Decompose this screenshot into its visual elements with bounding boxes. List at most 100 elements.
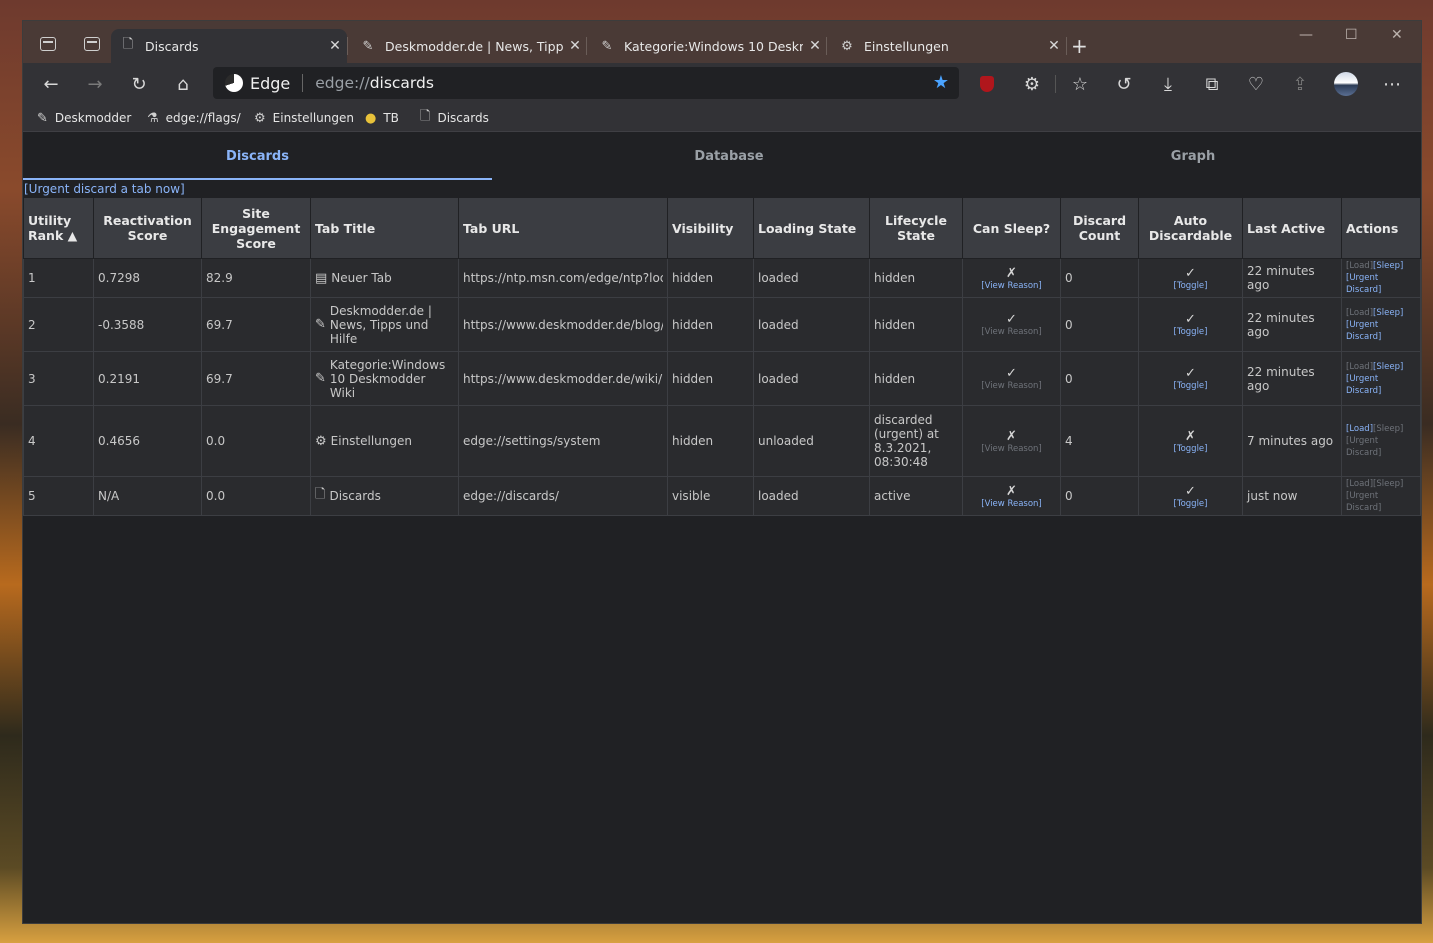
tab-title: Neuer Tab <box>331 271 392 285</box>
urgent-discard-link[interactable]: [Urgent discard a tab now] <box>24 182 185 196</box>
settings-more-icon[interactable]: ⋯ <box>1378 71 1406 97</box>
toggle-link[interactable]: [Toggle] <box>1143 281 1238 291</box>
favorite-item[interactable]: 🗋 Discards <box>420 105 489 131</box>
urgent-discard-action: [Urgent Discard] <box>1346 491 1382 513</box>
close-tab-icon[interactable]: ✕ <box>1042 38 1066 54</box>
workspaces-icon[interactable] <box>40 37 56 51</box>
can-sleep-cell: ✓ [View Reason] <box>962 351 1061 406</box>
close-tab-icon[interactable]: ✕ <box>323 38 347 54</box>
discard-count: 4 <box>1060 405 1139 477</box>
profile-avatar[interactable] <box>1332 71 1360 97</box>
column-header: Discard Count <box>1060 197 1139 259</box>
tab-database[interactable]: Database <box>492 132 966 180</box>
collections-icon[interactable]: ⧉ <box>1198 71 1226 97</box>
tab-url-text: https://www.deskmodder.de/blog/ <box>463 317 663 332</box>
gear-icon: ⚙ <box>315 433 327 449</box>
sleep-action: [Sleep] <box>1373 479 1404 489</box>
address-bar[interactable]: Edge edge://discards ★ <box>213 67 959 99</box>
browser-window: 🗋Discards✕✎Deskmodder.de | News, Tipps u… <box>22 20 1422 924</box>
forward-button[interactable]: → <box>81 71 109 97</box>
column-header[interactable]: Utility Rank ▲ <box>23 197 94 259</box>
refresh-button[interactable]: ↻ <box>125 71 153 97</box>
column-header: Visibility <box>667 197 754 259</box>
utility-rank: 3 <box>23 351 94 406</box>
toggle-link[interactable]: [Toggle] <box>1143 381 1238 391</box>
view-reason-link[interactable]: [View Reason] <box>967 281 1056 291</box>
favorite-star-icon[interactable]: ★ <box>933 72 949 93</box>
can-sleep-cell: ✓ [View Reason] <box>962 297 1061 352</box>
urgent-discard-action[interactable]: [Urgent Discard] <box>1346 273 1381 295</box>
sleep-action[interactable]: [Sleep] <box>1373 308 1403 318</box>
sleep-action[interactable]: [Sleep] <box>1373 261 1403 271</box>
favorite-item[interactable]: ⚙ Einstellungen <box>254 105 354 131</box>
minimize-button[interactable]: — <box>1299 27 1313 43</box>
home-button[interactable]: ⌂ <box>169 71 197 97</box>
extensions-icon[interactable]: ⚙ <box>1018 71 1046 97</box>
close-tab-icon[interactable]: ✕ <box>803 38 827 54</box>
downloads-icon[interactable]: ⤓ <box>1154 71 1182 97</box>
table-row: 3 0.2191 69.7 ✎ Kategorie:Windows 10 Deskmod… <box>23 351 1421 406</box>
tab-url: edge://settings/system <box>458 405 668 477</box>
reactivation-score: 0.4656 <box>93 405 202 477</box>
back-button[interactable]: ← <box>37 71 65 97</box>
can-sleep-mark: ✗ <box>1006 265 1017 281</box>
auto-discardable-cell: ✗ [Toggle] <box>1138 405 1243 477</box>
tab-title-cell: ✎ Deskmodder.de | News, Tipps und Hilfe <box>310 297 459 352</box>
tab-graph[interactable]: Graph <box>966 132 1420 180</box>
lifecycle-state: discarded (urgent) at 8.3.2021, 08:30:48 <box>869 405 963 477</box>
view-reason-link[interactable]: [View Reason] <box>967 499 1056 509</box>
discards-page: Discards Database Graph [Urgent discard … <box>23 132 1421 923</box>
load-action[interactable]: [Load] <box>1346 424 1373 434</box>
favorite-item[interactable]: ⚗ edge://flags/ <box>147 105 241 131</box>
urgent-discard-action[interactable]: [Urgent Discard] <box>1346 320 1381 342</box>
tab-discards[interactable]: Discards <box>23 132 492 180</box>
tab-title: Einstellungen <box>330 434 413 448</box>
urgent-discard-action[interactable]: [Urgent Discard] <box>1346 374 1381 396</box>
gear-icon: ⚙ <box>841 38 853 54</box>
reactivation-score: 0.2191 <box>93 351 202 406</box>
browser-tab[interactable]: ⚙ Einstellungen ✕ <box>830 29 1066 63</box>
toggle-link[interactable]: [Toggle] <box>1143 499 1238 509</box>
actions-cell: [Load][Sleep] [Urgent Discard] <box>1341 258 1421 298</box>
flask-icon: ⚗ <box>147 110 159 126</box>
close-window-button[interactable]: ✕ <box>1391 27 1403 43</box>
discard-count: 0 <box>1060 297 1139 352</box>
favorite-item[interactable]: ● TB <box>365 105 399 131</box>
edge-logo-icon <box>225 74 243 92</box>
auto-discardable-cell: ✓ [Toggle] <box>1138 351 1243 406</box>
tab-url-text: edge://discards/ <box>463 489 559 503</box>
share-icon[interactable]: ⇪ <box>1286 71 1314 97</box>
sleep-action[interactable]: [Sleep] <box>1373 362 1403 372</box>
ublock-icon[interactable] <box>973 71 1001 97</box>
page-icon: 🗋 <box>315 487 326 502</box>
favorites-icon[interactable]: ☆ <box>1066 71 1094 97</box>
vertical-tabs-icon[interactable] <box>84 37 100 51</box>
toggle-link[interactable]: [Toggle] <box>1143 444 1238 454</box>
browser-essentials-icon[interactable]: ♡ <box>1242 71 1270 97</box>
pen-icon: ✎ <box>315 371 326 386</box>
auto-discardable-cell: ✓ [Toggle] <box>1138 258 1243 298</box>
actions-cell: [Load][Sleep] [Urgent Discard] <box>1341 297 1421 352</box>
auto-discardable-mark: ✗ <box>1185 428 1196 444</box>
loading-state: unloaded <box>753 405 870 477</box>
column-header: Tab URL <box>458 197 668 259</box>
auto-discardable-mark: ✓ <box>1185 312 1196 327</box>
visibility: hidden <box>667 258 754 298</box>
tab-title-cell: 🗋 Discards <box>310 476 459 516</box>
favorite-item[interactable]: ✎ Deskmodder <box>37 105 131 131</box>
column-header: Site Engagement Score <box>201 197 311 259</box>
toggle-link[interactable]: [Toggle] <box>1143 327 1238 337</box>
browser-tab[interactable]: ✎ Deskmodder.de | News, Tipps und Hilfe✕ <box>351 29 587 63</box>
browser-tab[interactable]: 🗋 Discards ✕ <box>111 29 347 63</box>
maximize-button[interactable]: ☐ <box>1345 27 1358 43</box>
loading-state: loaded <box>753 351 870 406</box>
close-tab-icon[interactable]: ✕ <box>563 38 587 54</box>
browser-tab[interactable]: ✎ Kategorie:Windows 10 Deskmodder Wiki✕ <box>590 29 827 63</box>
lifecycle-state: hidden <box>869 297 963 352</box>
load-action: [Load] <box>1346 307 1374 318</box>
history-icon[interactable]: ↺ <box>1110 71 1138 97</box>
new-tab-button[interactable]: + <box>1071 29 1097 63</box>
column-header: Can Sleep? <box>962 197 1061 259</box>
utility-rank: 1 <box>23 258 94 298</box>
engagement-score: 69.7 <box>201 297 311 352</box>
